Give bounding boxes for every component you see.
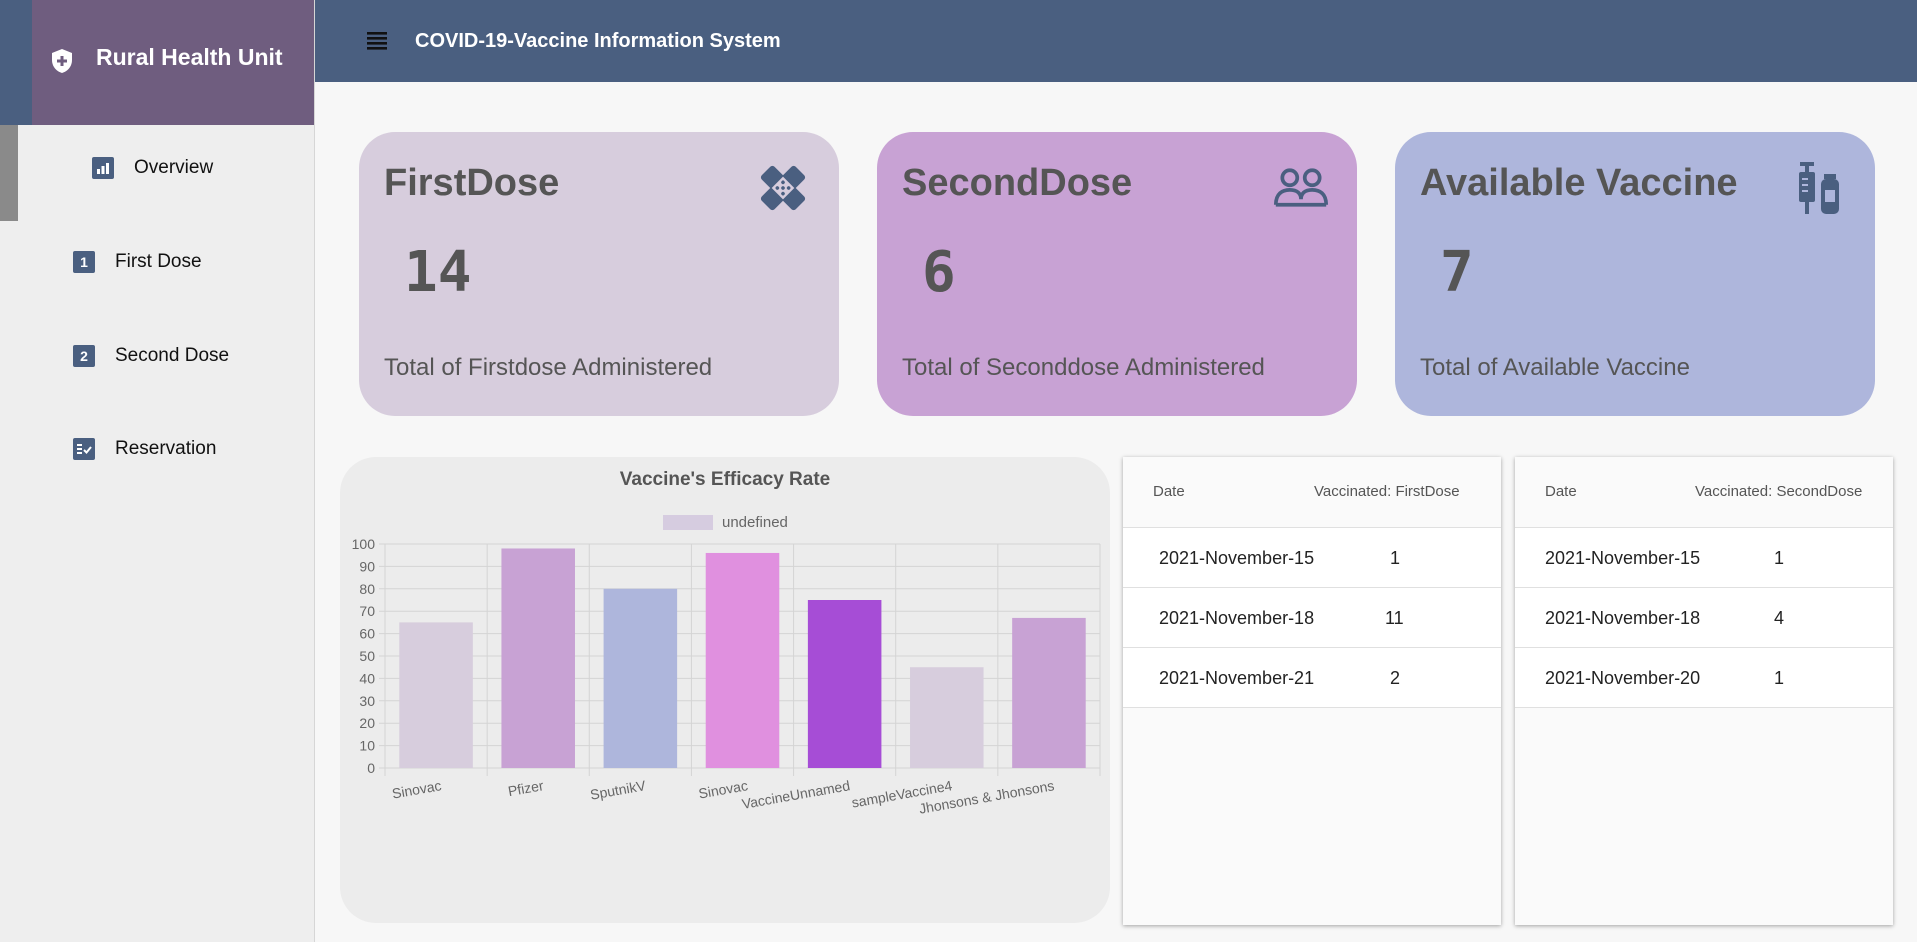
card-title: FirstDose: [384, 162, 560, 204]
bar[interactable]: [705, 552, 780, 768]
y-tick-label: 50: [359, 648, 375, 664]
y-tick-label: 10: [359, 738, 375, 754]
table-row: 2021-November-20 1: [1515, 648, 1893, 708]
chart-icon: [92, 157, 114, 179]
y-tick-label: 0: [367, 760, 375, 776]
table-row: 2021-November-21 2: [1123, 648, 1501, 708]
bar[interactable]: [1012, 617, 1086, 768]
x-tick-label: SputnikV: [589, 777, 648, 803]
brand-title: Rural Health Unit: [96, 44, 283, 70]
column-header-vaccinated[interactable]: Vaccinated: FirstDose: [1314, 483, 1460, 500]
cell-date: 2021-November-21: [1159, 668, 1315, 688]
brand-header: Rural Health Unit: [0, 0, 314, 125]
y-tick-label: 80: [359, 581, 375, 597]
column-header-vaccinated[interactable]: Vaccinated: SecondDose: [1695, 483, 1862, 500]
x-tick-label: VaccineUnnamed: [741, 777, 852, 812]
x-tick-label: Sinovac: [391, 777, 443, 801]
table-header: Date Vaccinated: SecondDose: [1515, 457, 1893, 528]
cell-date: 2021-November-15: [1545, 548, 1701, 568]
sidebar-item-label: Reservation: [115, 438, 217, 459]
cell-count: 1: [1774, 668, 1785, 688]
shield-plus-icon: [52, 49, 72, 73]
column-header-date[interactable]: Date: [1545, 483, 1577, 500]
sidebar-item-reservation[interactable]: Reservation: [73, 438, 216, 460]
card-title: Available Vaccine: [1420, 162, 1738, 204]
sidebar-item-first-dose[interactable]: 1 First Dose: [73, 251, 202, 273]
y-tick-label: 70: [359, 603, 375, 619]
number-two-icon: 2: [73, 345, 95, 367]
available-vaccine-card: Available Vaccine 7 Total of Available V…: [1395, 132, 1875, 416]
sidebar-item-label: First Dose: [115, 251, 202, 272]
bar[interactable]: [501, 548, 575, 768]
bar[interactable]: [603, 588, 678, 768]
sidebar-item-overview[interactable]: Overview: [92, 157, 213, 179]
column-header-date[interactable]: Date: [1153, 483, 1185, 500]
card-value: 14: [404, 240, 472, 305]
card-title: SecondDose: [902, 162, 1133, 204]
x-tick-label: Pfizer: [507, 777, 545, 799]
table-header: Date Vaccinated: FirstDose: [1123, 457, 1501, 528]
vaccine-vial-icon: [1799, 162, 1839, 214]
table-row: 2021-November-18 11: [1123, 588, 1501, 648]
cell-count: 1: [1390, 548, 1401, 568]
card-description: Total of Seconddose Administered: [902, 354, 1265, 381]
second-dose-table: Date Vaccinated: SecondDose 2021-Novembe…: [1515, 457, 1893, 925]
y-tick-label: 40: [359, 670, 375, 686]
sidebar-item-label: Second Dose: [115, 345, 230, 366]
card-value: 7: [1440, 240, 1474, 305]
cell-count: 4: [1774, 608, 1785, 628]
card-description: Total of Firstdose Administered: [384, 354, 713, 381]
page-title: COVID-19-Vaccine Information System: [415, 30, 781, 52]
cell-date: 2021-November-18: [1159, 608, 1315, 628]
cell-count: 2: [1390, 668, 1401, 688]
number-one-icon: 1: [73, 251, 95, 273]
cell-count: 11: [1385, 608, 1404, 628]
efficacy-chart-panel: Vaccine's Efficacy Rate undefined 0 10 20 3…: [340, 457, 1110, 923]
people-icon: [1273, 168, 1329, 207]
cell-date: 2021-November-15: [1159, 548, 1315, 568]
top-bar: COVID-19-Vaccine Information System: [315, 0, 1917, 82]
sidebar-item-second-dose[interactable]: 2 Second Dose: [73, 345, 229, 367]
y-tick-label: 60: [359, 626, 375, 642]
bandage-icon: [760, 165, 806, 211]
table-row: 2021-November-15 1: [1123, 528, 1501, 588]
table-row: 2021-November-15 1: [1515, 528, 1893, 588]
y-tick-label: 100: [352, 536, 376, 552]
table-row: 2021-November-18 4: [1515, 588, 1893, 648]
sidebar: Rural Health Unit Overview 1 First Dose …: [0, 0, 315, 942]
first-dose-table: Date Vaccinated: FirstDose 2021-November…: [1123, 457, 1501, 925]
active-nav-indicator: [0, 125, 18, 221]
card-value: 6: [922, 240, 956, 305]
brand-accent-strip: [0, 0, 32, 125]
cell-count: 1: [1774, 548, 1785, 568]
y-tick-label: 90: [359, 558, 375, 574]
second-dose-card: SecondDose 6 Total of Seconddose Adminis…: [877, 132, 1357, 416]
sidebar-item-label: Overview: [134, 157, 214, 178]
cell-date: 2021-November-18: [1545, 608, 1701, 628]
first-dose-card: FirstDose 14 Total of Firstdose Administ…: [359, 132, 839, 416]
card-description: Total of Available Vaccine: [1420, 354, 1690, 381]
bar[interactable]: [399, 622, 473, 768]
y-tick-label: 30: [359, 693, 375, 709]
bar[interactable]: [807, 600, 882, 768]
y-tick-label: 20: [359, 715, 375, 731]
efficacy-bar-chart: 0 10 20 30 40 50 60 70 80 90 100 Sinovac Pfizer Sputn…: [352, 536, 1101, 817]
hamburger-menu-icon[interactable]: [365, 30, 389, 50]
bar[interactable]: [910, 667, 984, 768]
cell-date: 2021-November-20: [1545, 668, 1701, 688]
checklist-icon: [73, 438, 95, 460]
